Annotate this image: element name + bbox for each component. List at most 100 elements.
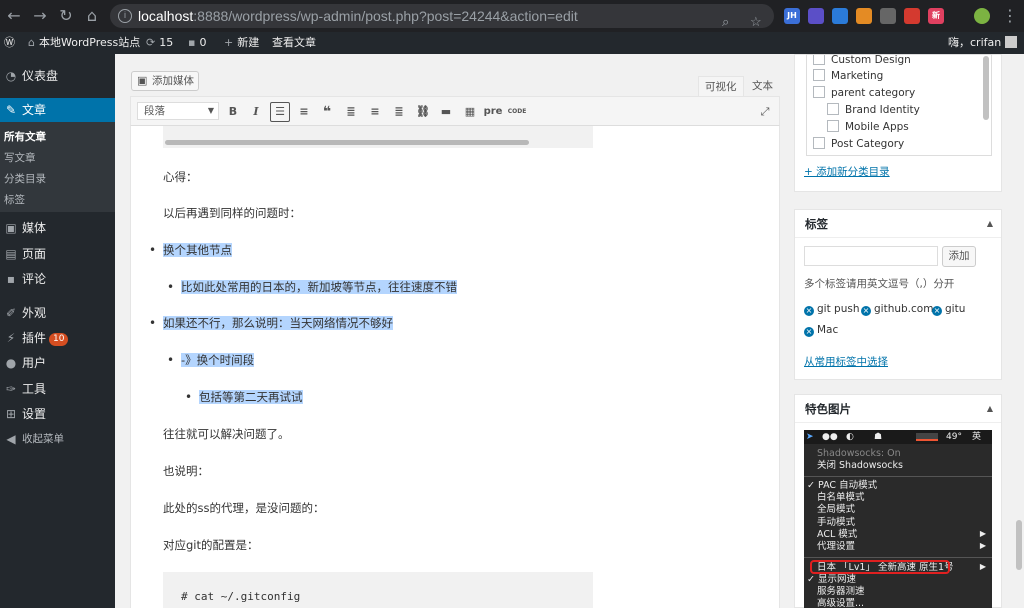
menu-users[interactable]: ● 用户 bbox=[0, 351, 115, 375]
info-icon[interactable]: i bbox=[118, 9, 132, 23]
home-icon[interactable]: ⌂ bbox=[82, 6, 102, 26]
remove-tag-icon[interactable]: × bbox=[861, 306, 871, 316]
align-right-button[interactable]: ≣ bbox=[389, 102, 409, 122]
read-more-button[interactable]: ▬ bbox=[436, 102, 456, 122]
bold-button[interactable]: B bbox=[223, 102, 243, 122]
tag-item: × gitu bbox=[932, 302, 965, 316]
extension-qr-icon[interactable] bbox=[880, 8, 896, 24]
updates-link[interactable]: ⟳ 15 bbox=[146, 32, 173, 54]
category-item[interactable]: Brand Identity bbox=[827, 103, 920, 117]
numbered-list-button[interactable]: ≡ bbox=[294, 102, 314, 122]
category-item[interactable]: Mobile Apps bbox=[827, 120, 909, 134]
toolbar-toggle-button[interactable]: ▦ bbox=[460, 102, 480, 122]
menu-label: 工具 bbox=[22, 382, 47, 396]
menu-settings[interactable]: ⊞ 设置 bbox=[0, 402, 115, 426]
menu-pages[interactable]: ▤ 页面 bbox=[0, 242, 115, 266]
collapse-arrow-icon[interactable]: ▲ bbox=[987, 395, 993, 423]
code-button[interactable]: CODE bbox=[507, 102, 527, 122]
site-name-link[interactable]: ⌂ 本地WordPress站点 bbox=[28, 32, 140, 54]
wordpress-logo-icon[interactable]: Ⓦ bbox=[4, 32, 15, 54]
extension-icon[interactable] bbox=[808, 8, 824, 24]
zoom-icon[interactable]: ⌕ bbox=[722, 10, 729, 34]
extension-badge-icon[interactable]: 新 bbox=[928, 8, 944, 24]
menu-label: 收起菜单 bbox=[22, 433, 64, 445]
remove-tag-icon[interactable]: × bbox=[804, 306, 814, 316]
submenu-arrow-icon: ▶ bbox=[979, 529, 986, 538]
media-icon: ▣ bbox=[5, 221, 17, 235]
category-scrollbar[interactable] bbox=[983, 56, 989, 120]
remove-tag-icon[interactable]: × bbox=[932, 306, 942, 316]
checkbox[interactable] bbox=[813, 137, 825, 149]
paragraph: 此处的ss的代理，是没问题的： bbox=[163, 501, 325, 515]
checkbox[interactable] bbox=[827, 103, 839, 115]
menu-media[interactable]: ▣ 媒体 bbox=[0, 216, 115, 240]
link-button[interactable]: ⛓ bbox=[413, 102, 433, 122]
featured-image[interactable]: ➤ ●● ◐ ☗ 49° 英 Shadowsocks: On 关闭 Shadow… bbox=[804, 430, 992, 608]
tag-input[interactable] bbox=[804, 246, 938, 266]
profile-avatar[interactable] bbox=[974, 8, 990, 24]
editor-content[interactable]: 心得： 以后再遇到同样的问题时： • 换个其他节点 • 比如此处常用的日本的，新加坡… bbox=[130, 126, 780, 608]
format-select[interactable]: 段落 ▼ bbox=[137, 102, 219, 120]
align-center-button[interactable]: ≡ bbox=[365, 102, 385, 122]
browser-menu-icon[interactable]: ⋮ bbox=[1000, 6, 1020, 26]
checkbox[interactable] bbox=[813, 55, 825, 65]
menu-posts[interactable]: ✎ 文章 bbox=[0, 98, 115, 122]
menu-plugins[interactable]: ⚡ 插件 10 bbox=[0, 326, 115, 350]
new-content-link[interactable]: + 新建 bbox=[224, 32, 259, 54]
tab-visual[interactable]: 可视化 bbox=[698, 76, 744, 96]
extension-icon[interactable] bbox=[856, 8, 872, 24]
menu-appearance[interactable]: ✐ 外观 bbox=[0, 301, 115, 325]
category-item[interactable]: Post Category bbox=[813, 137, 904, 151]
submenu-all-posts[interactable]: 所有文章 bbox=[4, 128, 46, 146]
collapse-arrow-icon[interactable]: ▲ bbox=[987, 210, 993, 238]
tab-text[interactable]: 文本 bbox=[746, 76, 779, 96]
submenu-tags[interactable]: 标签 bbox=[4, 191, 25, 209]
comments-link[interactable]: ▪ 0 bbox=[188, 32, 206, 54]
reload-icon[interactable]: ↻ bbox=[56, 6, 76, 26]
extension-icon[interactable] bbox=[904, 8, 920, 24]
menu-label: 评论 bbox=[22, 272, 47, 286]
blockquote-button[interactable]: ❝ bbox=[317, 102, 337, 122]
add-media-button[interactable]: ▣ 添加媒体 bbox=[131, 71, 199, 91]
page-icon: ▤ bbox=[5, 247, 17, 261]
submenu-new-post[interactable]: 写文章 bbox=[4, 149, 36, 167]
bullet-list-button[interactable]: ☰ bbox=[270, 102, 290, 122]
add-tag-button[interactable]: 添加 bbox=[942, 246, 976, 267]
italic-button[interactable]: I bbox=[246, 102, 266, 122]
submenu-categories[interactable]: 分类目录 bbox=[4, 170, 46, 188]
fullscreen-icon[interactable]: ⤢ bbox=[755, 102, 775, 122]
pre-button[interactable]: pre bbox=[483, 102, 503, 122]
tag-label: git push bbox=[817, 303, 860, 315]
extension-jh-icon[interactable]: JH bbox=[784, 8, 800, 24]
category-item[interactable]: Custom Design bbox=[813, 55, 911, 67]
view-post-link[interactable]: 查看文章 bbox=[272, 32, 316, 54]
chevron-down-icon: ▼ bbox=[207, 106, 214, 115]
bookmark-star-icon[interactable]: ☆ bbox=[750, 10, 762, 34]
remove-tag-icon[interactable]: × bbox=[804, 327, 814, 337]
editor-toolbar: 段落 ▼ B I ☰ ≡ ❝ ≣ ≡ ≣ ⛓ ▬ ▦ pre CODE ⤢ bbox=[130, 96, 780, 126]
brush-icon: ✐ bbox=[5, 306, 17, 320]
back-icon[interactable]: ← bbox=[4, 6, 24, 26]
checkbox[interactable] bbox=[813, 69, 825, 81]
tags-box-title[interactable]: 标签 ▲ bbox=[795, 210, 1001, 238]
featured-box-title[interactable]: 特色图片 ▲ bbox=[795, 395, 1001, 423]
category-item[interactable]: Marketing bbox=[813, 69, 883, 83]
my-account-link[interactable]: 嗨，crifan bbox=[948, 32, 1018, 54]
menu-dashboard[interactable]: ◔ 仪表盘 bbox=[0, 64, 115, 88]
collapse-menu-button[interactable]: ◀ 收起菜单 bbox=[0, 427, 115, 451]
wrench-icon: ✑ bbox=[5, 382, 17, 396]
extension-react-icon[interactable] bbox=[832, 8, 848, 24]
choose-tags-link[interactable]: 从常用标签中选择 bbox=[804, 354, 888, 369]
menu-comments[interactable]: ▪ 评论 bbox=[0, 267, 115, 291]
checkbox[interactable] bbox=[813, 86, 825, 98]
list-item: • 换个其他节点 bbox=[149, 241, 232, 259]
page-scrollbar[interactable] bbox=[1016, 520, 1022, 570]
add-category-link[interactable]: + 添加新分类目录 bbox=[804, 164, 890, 179]
align-left-button[interactable]: ≣ bbox=[341, 102, 361, 122]
category-item[interactable]: parent category bbox=[813, 86, 915, 100]
address-bar[interactable]: i localhost:8888/wordpress/wp-admin/post… bbox=[110, 4, 774, 29]
code-scrollbar[interactable] bbox=[165, 140, 529, 145]
checkbox[interactable] bbox=[827, 120, 839, 132]
forward-icon[interactable]: → bbox=[30, 6, 50, 26]
menu-tools[interactable]: ✑ 工具 bbox=[0, 377, 115, 401]
